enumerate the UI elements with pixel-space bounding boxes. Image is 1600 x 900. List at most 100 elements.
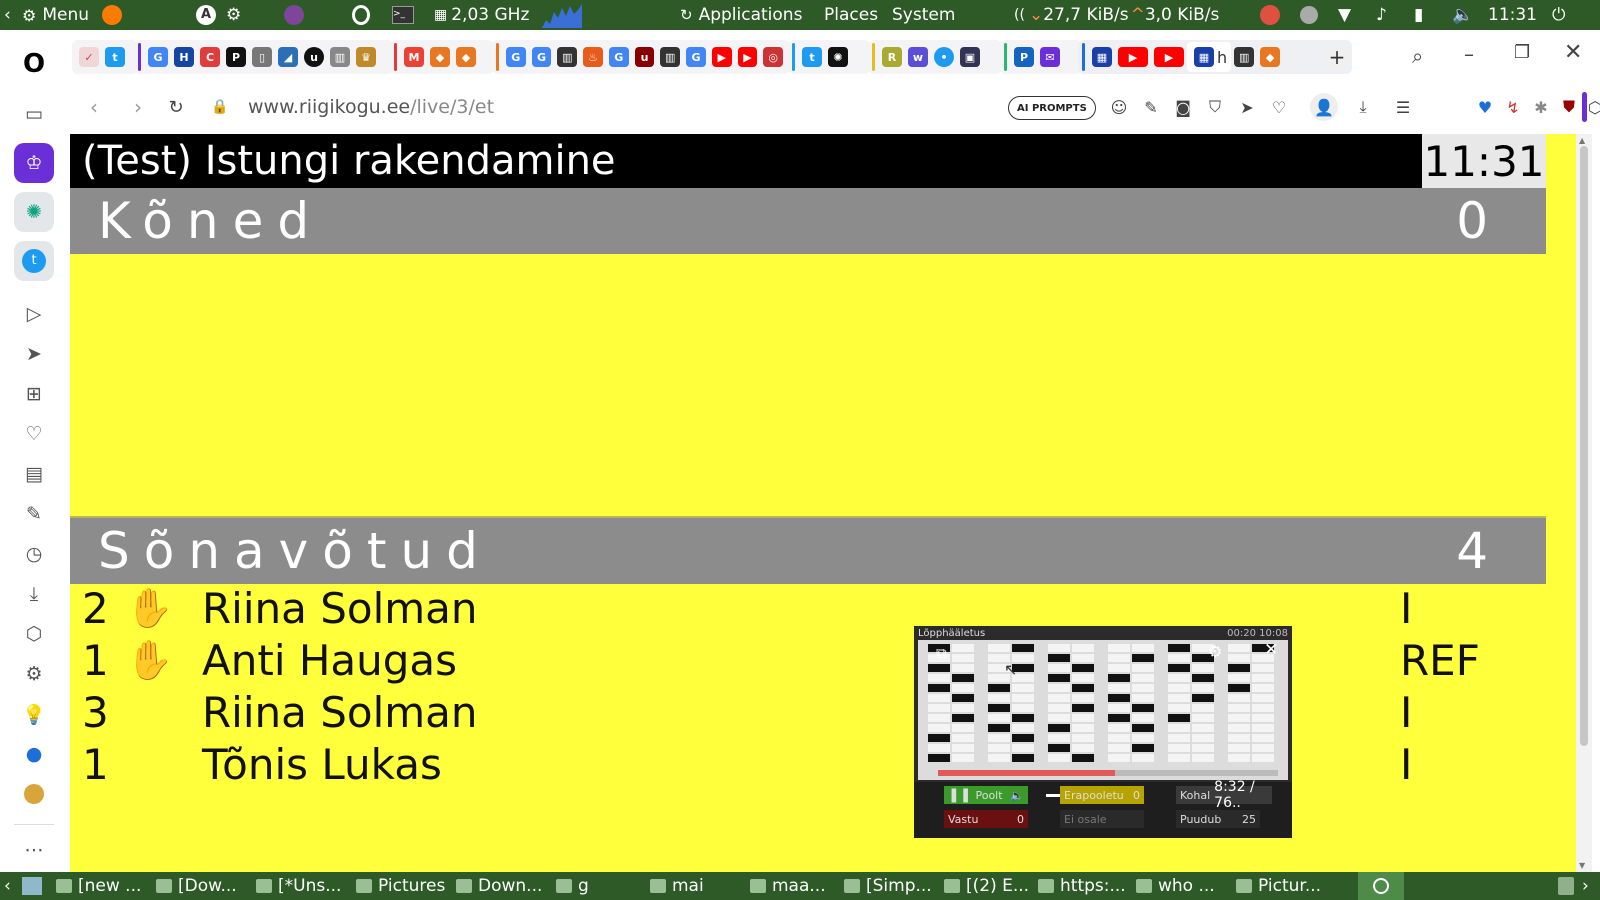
taskbar-window-button[interactable]: Down...	[456, 872, 552, 900]
taskbar-window-button[interactable]: mai	[650, 872, 746, 900]
system-menu[interactable]: System	[892, 0, 955, 30]
info-icon[interactable]	[1300, 0, 1318, 30]
taskbar-window-button[interactable]: [*Uns...	[256, 872, 352, 900]
forward-button[interactable]: ›	[126, 95, 150, 119]
accessibility-icon[interactable]: A	[196, 0, 216, 30]
power-icon[interactable]: ⏻	[1552, 0, 1565, 30]
camera-icon[interactable]: ◙	[1172, 96, 1194, 118]
new-tab-button[interactable]: +	[1324, 44, 1350, 70]
extensions-cube-icon[interactable]: ⬡	[14, 614, 54, 654]
tab-group-4[interactable]: G G ▥ ♨ G u ▥ G ▶ ▶ ◎	[492, 40, 790, 74]
volume-icon[interactable]: 🔈	[1010, 789, 1024, 802]
volume-icon[interactable]: 🔈	[1452, 0, 1473, 30]
taskbar-window-button[interactable]: Pictur...	[1236, 872, 1354, 900]
player-icon[interactable]: ▷	[14, 294, 54, 334]
taskbar-window-button[interactable]: [Simp...	[844, 872, 940, 900]
active-tab[interactable]: ▦ h	[1187, 42, 1232, 72]
taskbar-window-button[interactable]: g	[556, 872, 646, 900]
network-speed-applet[interactable]: (( ⌄ 27,7 KiB/s ^ 3,0 KiB/s	[1014, 0, 1219, 30]
video-progress-bar[interactable]	[938, 770, 1278, 776]
tab-group-8[interactable]: ▦ ▶ ▶ ▦ h ▥ ◆	[1078, 40, 1352, 74]
profile-icon[interactable]: 👤	[1310, 93, 1338, 121]
wifi-icon[interactable]: ▼	[1338, 0, 1351, 30]
url-field[interactable]: www.riigikogu.ee/live/3/et	[248, 96, 494, 118]
panel-left-arrow[interactable]: ‹	[4, 0, 11, 30]
tab-group-2[interactable]: G H C P ▯ ◢ u ▥ ♛	[134, 40, 394, 74]
close-window-button[interactable]: ✕	[1564, 40, 1582, 65]
page-scrollbar[interactable]: ▲ ▼	[1576, 134, 1592, 872]
opera-logo-icon[interactable]: O	[14, 44, 54, 84]
chatgpt-icon[interactable]: ✺	[14, 192, 54, 232]
tab-group-7[interactable]: P ✉	[1000, 40, 1082, 74]
terminal-launcher[interactable]: >_	[392, 0, 414, 30]
more-icon[interactable]: ⋯	[14, 830, 54, 870]
scroll-thumb[interactable]	[1580, 146, 1588, 746]
tab-group-1[interactable]: ✓ t	[72, 40, 138, 74]
minimize-button[interactable]: –	[1464, 42, 1474, 66]
heart-icon[interactable]: ♡	[1268, 96, 1290, 118]
ai-prompts-button[interactable]: AI PROMPTS	[1008, 96, 1096, 120]
easy-setup-icon[interactable]: ☰	[1392, 96, 1414, 118]
send-icon[interactable]: ➤	[1236, 96, 1258, 118]
menu-button[interactable]: ⚙ Menu	[22, 0, 89, 30]
taskbar-window-button[interactable]: Pictures	[356, 872, 452, 900]
taskbar-window-button[interactable]: [(2) E...	[944, 872, 1036, 900]
settings-applet-icon[interactable]: ⚙	[226, 0, 241, 30]
download-icon[interactable]: ⤓	[1352, 96, 1374, 118]
chrome-remote-icon[interactable]	[1260, 0, 1280, 30]
tab-group-6[interactable]: R w • ▣	[868, 40, 1002, 74]
downloads-icon[interactable]: ⤓	[14, 574, 54, 614]
opera-launcher[interactable]	[352, 0, 370, 30]
send-icon[interactable]: ➤	[14, 334, 54, 374]
scroll-up-icon[interactable]: ▲	[1579, 136, 1585, 145]
tab-group-5[interactable]: t ✺	[788, 40, 870, 74]
sidebar-toggle-strip[interactable]	[1582, 92, 1587, 122]
reload-button[interactable]: ↻	[164, 96, 188, 118]
taskbar-right-arrow[interactable]: ›	[1582, 872, 1589, 900]
taskbar-window-button[interactable]: https:...	[1038, 872, 1134, 900]
battery-icon[interactable]: ▮	[1414, 0, 1423, 30]
messenger-icon[interactable]: ●	[14, 734, 54, 774]
back-button[interactable]: ‹	[82, 95, 106, 119]
scroll-down-icon[interactable]: ▼	[1579, 861, 1585, 870]
news-icon[interactable]: ▤	[14, 454, 54, 494]
maximize-button[interactable]: ❐	[1514, 42, 1530, 63]
video-frame[interactable]: ⧉ ⚙ ✕ ↖	[918, 640, 1288, 780]
history-icon[interactable]: ◷	[14, 534, 54, 574]
close-popup-icon[interactable]: ✕	[1264, 640, 1278, 660]
settings-gear-icon[interactable]: ⚙	[1208, 642, 1222, 661]
tab-islands-icon[interactable]: ⊞	[14, 374, 54, 414]
trash-icon[interactable]	[1558, 872, 1574, 900]
shield-icon[interactable]: ⛉	[1204, 96, 1226, 118]
taskbar-window-button[interactable]: maa...	[750, 872, 840, 900]
panel-clock[interactable]: 11:31	[1488, 0, 1537, 30]
tor-browser-launcher[interactable]	[284, 0, 304, 30]
taskbar-window-button[interactable]: [new ...	[56, 872, 152, 900]
taskbar-window-button[interactable]: [Dow...	[156, 872, 252, 900]
ublock-icon[interactable]: ⛊	[1558, 96, 1580, 118]
tab-search-icon[interactable]: ⌕	[1412, 44, 1423, 68]
lightbulb-icon[interactable]: 💡	[14, 694, 54, 734]
settings-gear-icon[interactable]: ⚙	[14, 654, 54, 694]
edit-icon[interactable]: ✎	[1140, 96, 1162, 118]
applications-menu[interactable]: ↻ Applications	[680, 0, 802, 30]
snapshot-edit-icon[interactable]: ✎	[14, 494, 54, 534]
twitter-icon[interactable]: t	[14, 241, 54, 281]
wallet-icon[interactable]	[14, 774, 54, 814]
cpu-freq-applet[interactable]: ▦ 2,03 GHz	[434, 0, 529, 30]
extension-puzzle-icon[interactable]: ✱	[1530, 96, 1552, 118]
notification-bell-icon[interactable]: ♪	[1376, 0, 1387, 30]
bookmarks-icon[interactable]: ▭	[14, 94, 54, 134]
taskbar-left-arrow[interactable]: ‹	[4, 872, 11, 900]
popout-icon[interactable]: ⧉	[936, 644, 947, 662]
taskbar-window-button[interactable]: who ...	[1136, 872, 1232, 900]
firefox-launcher[interactable]	[102, 0, 122, 30]
show-desktop-icon[interactable]	[22, 872, 42, 900]
heart-icon[interactable]: ♡	[14, 414, 54, 454]
emoji-icon[interactable]: ☺	[1108, 96, 1130, 118]
address-bar[interactable]: ‹ › ↻ 🔒 www.riigikogu.ee/live/3/et AI PR…	[70, 86, 1464, 126]
pause-icon[interactable]: ❚❚	[948, 787, 971, 803]
tab-group-3[interactable]: M ◆ ◆	[390, 40, 494, 74]
active-taskbar-button[interactable]	[1358, 872, 1404, 900]
aria-ai-icon[interactable]: ♔	[14, 143, 54, 183]
